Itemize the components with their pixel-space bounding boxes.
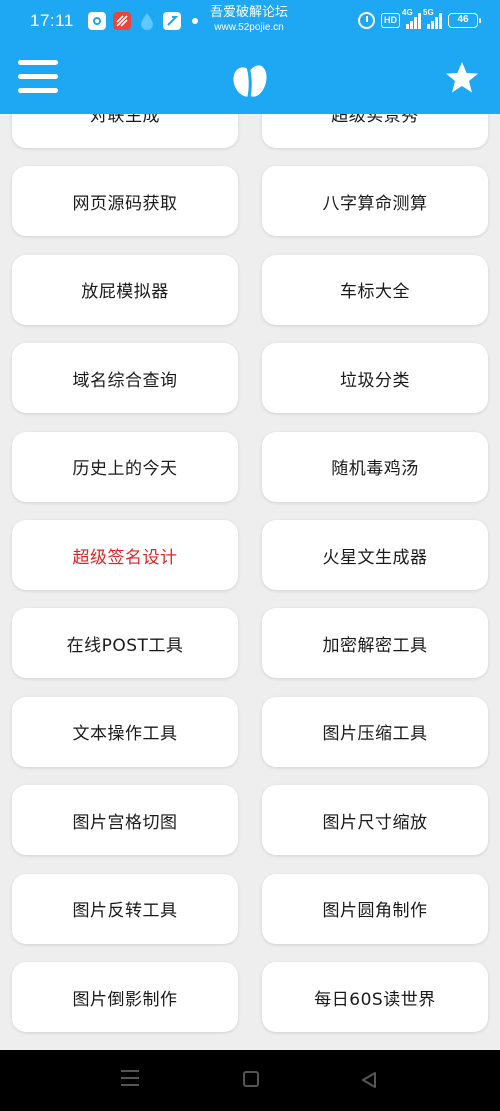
watermark: 吾爱破解论坛 www.52pojie.cn <box>210 5 288 35</box>
tool-tile-label: 网页源码获取 <box>72 193 178 214</box>
recent-apps-icon[interactable] <box>119 1070 141 1090</box>
status-time: 17:11 <box>30 11 74 30</box>
battery-icon: 46 <box>448 13 481 28</box>
back-icon[interactable] <box>358 1070 380 1090</box>
tool-tile[interactable]: 图片宫格切图 <box>12 785 238 856</box>
tool-tile-label: 图片圆角制作 <box>322 901 428 922</box>
network-type-label: 5G <box>423 7 434 17</box>
signal-icon: 5G <box>423 8 442 29</box>
tool-tile[interactable]: 图片反转工具 <box>12 873 238 944</box>
hd-badge: HD <box>381 13 400 28</box>
tool-tile[interactable]: 每日60S读世界 <box>262 962 488 1032</box>
tool-tile-label: 八字算命测算 <box>322 193 428 214</box>
tool-tile[interactable]: 图片压缩工具 <box>262 696 488 767</box>
signal-icon: 4G <box>402 8 421 29</box>
app-header <box>0 44 500 114</box>
tool-tile[interactable]: 放屁模拟器 <box>12 254 238 325</box>
tool-tile-label: 超级实景秀 <box>331 114 419 126</box>
status-indicators: HD 4G 5G 46 <box>358 8 481 29</box>
tool-tile[interactable]: 垃圾分类 <box>262 343 488 414</box>
star-icon[interactable] <box>444 60 480 96</box>
watermark-title: 吾爱破解论坛 <box>210 5 289 20</box>
tool-tile-label: 图片尺寸缩放 <box>322 812 428 833</box>
tool-tile[interactable]: 文本操作工具 <box>12 696 238 767</box>
notification-icons <box>88 12 198 30</box>
tool-tile[interactable]: 火星文生成器 <box>262 520 488 590</box>
tool-tile-label: 车标大全 <box>340 282 410 303</box>
tool-tile[interactable]: 超级签名设计 <box>12 520 238 590</box>
tool-tile-label: 图片压缩工具 <box>322 724 428 745</box>
tool-tile[interactable]: 网页源码获取 <box>12 166 238 237</box>
tool-tile-label: 域名综合查询 <box>72 370 178 391</box>
tool-tile-label: 图片倒影制作 <box>72 989 178 1010</box>
tool-tile[interactable]: 对联生成 <box>12 114 238 148</box>
app-notification-icon <box>113 12 131 30</box>
tool-tile[interactable]: 八字算命测算 <box>262 166 488 237</box>
tool-tile-label: 放屁模拟器 <box>81 282 169 303</box>
tool-tile-label: 图片反转工具 <box>72 901 178 922</box>
tool-tile-label: 在线POST工具 <box>66 635 184 656</box>
network-type-label: 4G <box>402 7 413 17</box>
tool-tile-label: 加密解密工具 <box>322 635 428 656</box>
tool-tile-label: 文本操作工具 <box>72 724 178 745</box>
drop-icon <box>138 12 156 30</box>
tool-tile[interactable]: 图片尺寸缩放 <box>262 785 488 856</box>
tool-tile[interactable]: 随机毒鸡汤 <box>262 431 488 502</box>
more-notifications-dot-icon <box>192 18 198 24</box>
alarm-icon <box>358 12 375 29</box>
status-bar: 17:11 吾爱破解论坛 www.52pojie.cn HD 4G 5G 46 <box>0 0 500 44</box>
app-logo-icon <box>233 65 267 98</box>
tool-grid: 对联生成 超级实景秀网页源码获取 八字算命测算放屁模拟器 车标大全域名综合查询 垃圾分类… <box>0 114 500 1050</box>
tool-tile[interactable]: 车标大全 <box>262 254 488 325</box>
app-notification-icon <box>163 12 181 30</box>
tool-tile[interactable]: 图片倒影制作 <box>12 962 238 1032</box>
hamburger-menu-icon[interactable] <box>18 60 58 98</box>
app-notification-icon <box>88 12 106 30</box>
tool-tile-label: 火星文生成器 <box>322 547 428 568</box>
tool-tile[interactable]: 加密解密工具 <box>262 608 488 679</box>
home-icon[interactable] <box>240 1070 262 1090</box>
tool-tile-label: 随机毒鸡汤 <box>331 459 419 480</box>
tool-tile-label: 对联生成 <box>90 114 160 126</box>
tool-tile[interactable]: 超级实景秀 <box>262 114 488 148</box>
tool-tile[interactable]: 历史上的今天 <box>12 431 238 502</box>
tool-tile-label: 垃圾分类 <box>340 370 410 391</box>
tool-tile-label: 每日60S读世界 <box>314 989 436 1010</box>
tool-tile[interactable]: 在线POST工具 <box>12 608 238 679</box>
tool-tile[interactable]: 图片圆角制作 <box>262 873 488 944</box>
system-nav-bar <box>0 1050 500 1111</box>
tool-tile-label: 历史上的今天 <box>72 459 178 480</box>
tool-tile-label: 图片宫格切图 <box>72 812 178 833</box>
tool-tile-label: 超级签名设计 <box>72 547 178 568</box>
tool-tile[interactable]: 域名综合查询 <box>12 343 238 414</box>
watermark-url: www.52pojie.cn <box>214 22 284 33</box>
